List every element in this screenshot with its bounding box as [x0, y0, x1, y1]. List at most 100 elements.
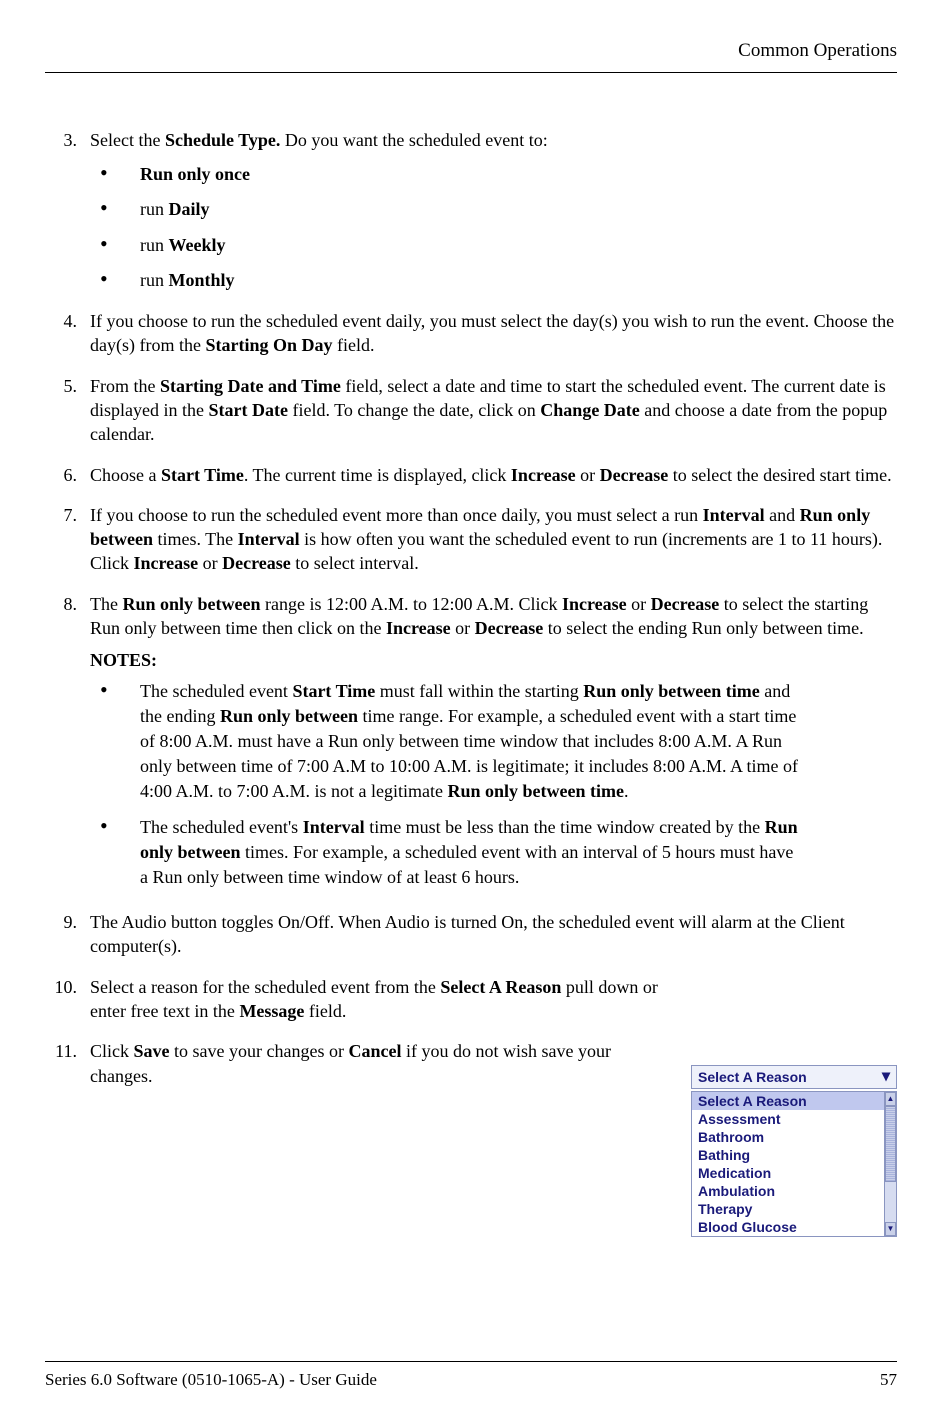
option-bathroom[interactable]: Bathroom: [692, 1128, 884, 1146]
bold: Run only between: [220, 706, 358, 726]
text: field.: [304, 1001, 346, 1021]
bold: Increase: [386, 618, 451, 638]
bold: Weekly: [169, 235, 226, 255]
option-bathing[interactable]: Bathing: [692, 1146, 884, 1164]
bold: Interval: [703, 505, 765, 525]
text: The scheduled event: [140, 681, 292, 701]
text: to select the ending Run only between ti…: [543, 618, 863, 638]
text: or: [198, 553, 222, 573]
text: or: [451, 618, 475, 638]
bold: Message: [239, 1001, 304, 1021]
bullet-run-once: Run only once: [90, 162, 897, 187]
step-8: The Run only between range is 12:00 A.M.…: [45, 592, 897, 890]
option-blood-glucose[interactable]: Blood Glucose: [692, 1218, 884, 1236]
bold: Run only between time: [448, 781, 625, 801]
bullet-weekly: run Weekly: [90, 233, 897, 258]
bold: Start Time: [292, 681, 375, 701]
text: or: [576, 465, 600, 485]
bold: Increase: [511, 465, 576, 485]
text: or: [627, 594, 651, 614]
step-10: Select a reason for the scheduled event …: [45, 975, 897, 1024]
text: must fall within the starting: [375, 681, 583, 701]
bold: Change Date: [540, 400, 640, 420]
text: . The current time is displayed, click: [244, 465, 511, 485]
footer-left: Series 6.0 Software (0510-1065-A) - User…: [45, 1370, 377, 1390]
step-7: If you choose to run the scheduled event…: [45, 503, 897, 576]
text: Select the: [90, 130, 165, 150]
scroll-up-icon[interactable]: ▲: [885, 1092, 896, 1106]
notes-list: The scheduled event Start Time must fall…: [90, 679, 897, 891]
ordered-steps: Select the Schedule Type. Do you want th…: [45, 128, 897, 1088]
main-content: Select the Schedule Type. Do you want th…: [45, 128, 897, 1088]
text: Do you want the scheduled event to:: [280, 130, 547, 150]
bold: Save: [134, 1041, 170, 1061]
bold: Run only between: [122, 594, 260, 614]
scroll-thumb[interactable]: [885, 1106, 896, 1182]
text: The: [90, 594, 122, 614]
bold: Starting On Day: [205, 335, 332, 355]
text: time must be less than the time window c…: [365, 817, 765, 837]
note-2: The scheduled event's Interval time must…: [90, 815, 897, 891]
text: Select a reason for the scheduled event …: [90, 977, 440, 997]
text: run: [140, 199, 169, 219]
step-9: The Audio button toggles On/Off. When Au…: [45, 910, 897, 959]
text: run: [140, 270, 169, 290]
select-reason-items: Select A Reason Assessment Bathroom Bath…: [692, 1092, 884, 1236]
bold: Start Date: [208, 400, 287, 420]
bold: NOTES: [90, 650, 151, 670]
text: Click: [90, 1041, 134, 1061]
bullet-monthly: run Monthly: [90, 268, 897, 293]
step-4: If you choose to run the scheduled event…: [45, 309, 897, 358]
text: From the: [90, 376, 160, 396]
select-reason-closed[interactable]: Select A Reason ▾: [691, 1065, 897, 1089]
bold: Increase: [134, 553, 199, 573]
text: run: [140, 235, 169, 255]
select-reason-label: Select A Reason: [698, 1069, 807, 1085]
step-5: From the Starting Date and Time field, s…: [45, 374, 897, 447]
text: field.: [332, 335, 374, 355]
note-1: The scheduled event Start Time must fall…: [90, 679, 897, 805]
option-assessment[interactable]: Assessment: [692, 1110, 884, 1128]
bold: Select A Reason: [440, 977, 561, 997]
bold: Interval: [238, 529, 300, 549]
bold: Start Time: [161, 465, 244, 485]
text: range is 12:00 A.M. to 12:00 A.M. Click: [261, 594, 563, 614]
header-divider: [45, 72, 897, 73]
page-footer: Series 6.0 Software (0510-1065-A) - User…: [0, 1361, 942, 1390]
text: :: [151, 650, 157, 670]
text: to select the desired start time.: [668, 465, 891, 485]
scrollbar[interactable]: ▲ ▼: [884, 1092, 896, 1236]
text: and: [765, 505, 800, 525]
step-3-text: Select the Schedule Type. Do you want th…: [90, 130, 548, 150]
text: If you choose to run the scheduled event…: [90, 505, 703, 525]
text: to select interval.: [291, 553, 419, 573]
bold: Run only once: [140, 164, 250, 184]
text: field. To change the date, click on: [288, 400, 540, 420]
text: The scheduled event's: [140, 817, 303, 837]
scroll-track[interactable]: [885, 1182, 896, 1222]
option-select-a-reason[interactable]: Select A Reason: [692, 1092, 884, 1110]
bold: Run only between time: [583, 681, 760, 701]
bullet-daily: run Daily: [90, 197, 897, 222]
footer-divider: [45, 1361, 897, 1362]
bold: Decrease: [222, 553, 291, 573]
select-reason-listbox[interactable]: Select A Reason Assessment Bathroom Bath…: [691, 1091, 897, 1237]
step-3-bullets: Run only once run Daily run Weekly run M…: [90, 162, 897, 293]
text: Choose a: [90, 465, 161, 485]
option-therapy[interactable]: Therapy: [692, 1200, 884, 1218]
bold: Cancel: [348, 1041, 401, 1061]
bold: Interval: [303, 817, 365, 837]
page-number: 57: [880, 1370, 897, 1390]
bold: Daily: [169, 199, 210, 219]
bold: Decrease: [651, 594, 720, 614]
bold: Decrease: [475, 618, 544, 638]
option-ambulation[interactable]: Ambulation: [692, 1182, 884, 1200]
scroll-down-icon[interactable]: ▼: [885, 1222, 896, 1236]
bold: Schedule Type.: [165, 130, 280, 150]
page-header-section: Common Operations: [45, 40, 897, 62]
notes-label: NOTES:: [90, 648, 897, 672]
select-reason-dropdown-figure: Select A Reason ▾ Select A Reason Assess…: [691, 1065, 897, 1237]
text: times. The: [153, 529, 238, 549]
bold: Decrease: [600, 465, 669, 485]
option-medication[interactable]: Medication: [692, 1164, 884, 1182]
